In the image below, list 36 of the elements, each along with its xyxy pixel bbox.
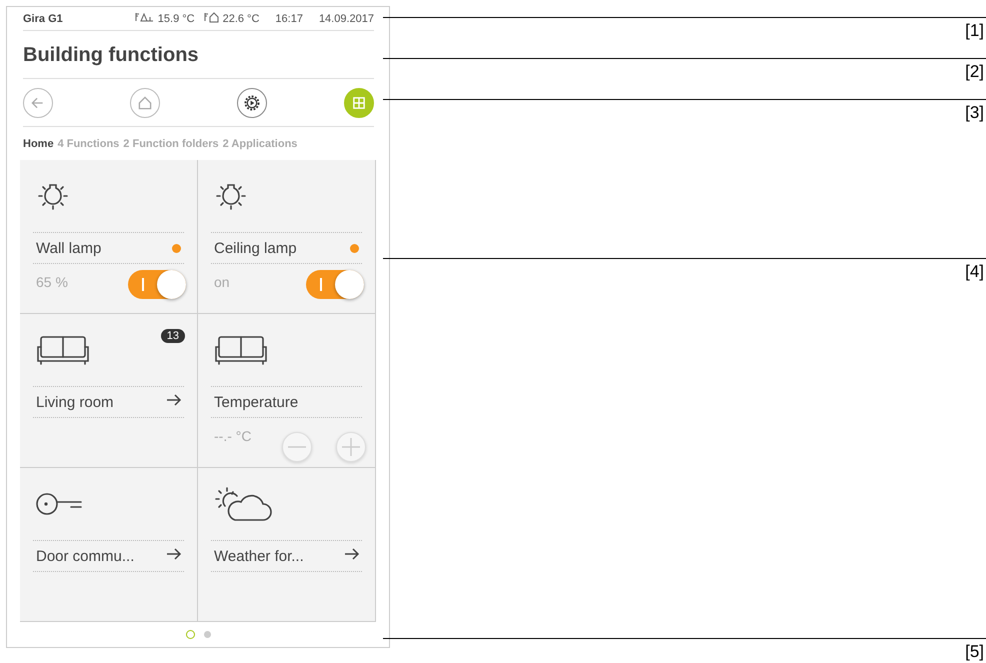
tile-title[interactable]: Living room [33, 394, 114, 410]
grid-button[interactable] [344, 88, 374, 118]
tile-title[interactable]: Wall lamp [33, 240, 102, 256]
count-badge: 13 [160, 329, 185, 343]
tile-title[interactable]: Ceiling lamp [211, 240, 297, 256]
breadcrumb-item[interactable]: Home [23, 138, 54, 150]
outdoor-temperature: 15.9 °C [158, 12, 195, 24]
callout-number: [5] [965, 642, 984, 662]
temperature-reading: --.- °C [213, 427, 252, 444]
toggle-switch[interactable] [128, 270, 186, 299]
plus-button[interactable] [336, 432, 366, 462]
tile-title[interactable]: Weather for... [211, 548, 304, 564]
tile-title[interactable]: Temperature [211, 394, 298, 410]
plus-icon [342, 438, 360, 456]
toggle-switch[interactable] [306, 270, 364, 299]
status-value: on [213, 273, 230, 290]
device-name: Gira G1 [23, 12, 63, 24]
home-button[interactable] [130, 88, 160, 118]
date: 14.09.2017 [318, 12, 374, 24]
sofa-icon [213, 335, 269, 365]
page-title: Building functions [23, 43, 199, 67]
clock-time: 16:17 [275, 12, 303, 24]
status-value: 65 % [35, 273, 68, 290]
callout-number: [3] [965, 103, 984, 123]
page-indicator-dot[interactable] [186, 630, 194, 638]
minus-button[interactable] [282, 432, 312, 462]
callout-number: [2] [965, 62, 984, 82]
gear-button[interactable] [237, 88, 267, 118]
callout-number: [1] [965, 21, 984, 41]
indoor-temperature: 22.6 °C [222, 12, 260, 24]
back-button[interactable] [23, 88, 53, 118]
minus-icon [288, 446, 306, 448]
tile-title[interactable]: Door commu... [33, 548, 134, 564]
callout-number: [4] [965, 262, 984, 282]
page-indicator-dot[interactable] [204, 630, 210, 638]
sofa-icon [35, 335, 91, 365]
